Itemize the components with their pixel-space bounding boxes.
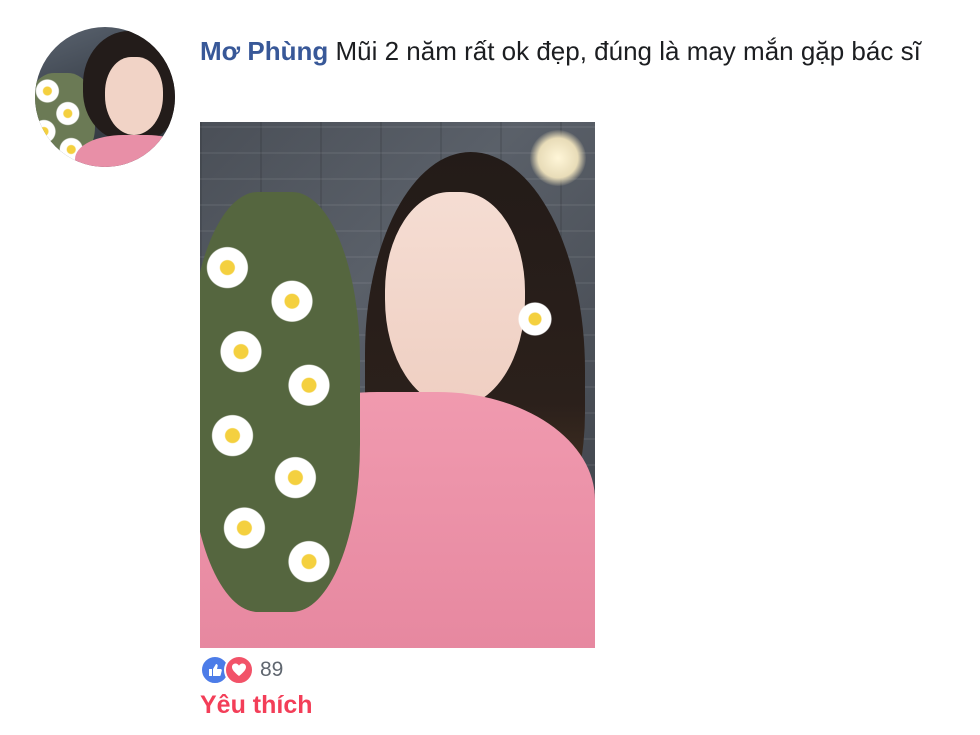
- reaction-summary[interactable]: 89: [200, 655, 284, 685]
- comment-message: Mũi 2 năm rất ok đẹp, đúng là may mắn gặ…: [335, 36, 921, 66]
- photo-ear-daisy: [518, 302, 552, 336]
- photo-face: [385, 192, 525, 407]
- reaction-count: 89: [260, 658, 284, 681]
- avatar-face: [105, 57, 163, 135]
- heart-icon: [224, 655, 254, 685]
- photo-daisy-bouquet: [200, 192, 360, 612]
- avatar[interactable]: [35, 27, 175, 167]
- photo-ring-light: [530, 130, 586, 186]
- comment-body: Mơ Phùng Mũi 2 năm rất ok đẹp, đúng là m…: [200, 33, 940, 69]
- love-reaction-button[interactable]: Yêu thích: [200, 691, 313, 720]
- comment-photo[interactable]: [200, 122, 595, 648]
- comment-author-link[interactable]: Mơ Phùng: [200, 36, 328, 66]
